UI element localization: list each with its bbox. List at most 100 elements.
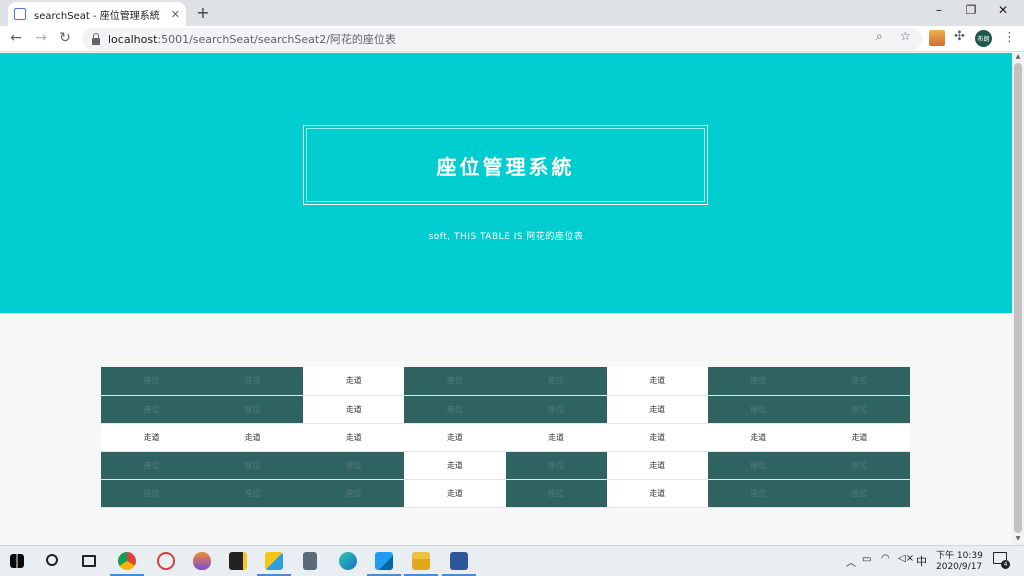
seat-cell[interactable]: 座位	[202, 367, 304, 396]
scrollbar-thumb[interactable]	[1014, 63, 1022, 533]
scroll-up-icon[interactable]: ▲	[1012, 53, 1024, 60]
doc-icon	[14, 8, 26, 20]
scroll-down-icon[interactable]: ▼	[1012, 535, 1024, 542]
calculator-icon[interactable]	[303, 552, 317, 570]
seat-row: 座位 座位 走道 座位 座位 走道 座位 座位	[101, 395, 910, 424]
hero-banner: 座位管理系統 soft, THIS TABLE IS 阿花的座位表	[0, 53, 1012, 313]
battery-icon[interactable]: ▭	[862, 554, 871, 565]
chrome-icon[interactable]	[118, 552, 136, 570]
seat-row: 座位 座位 走道 座位 座位 走道 座位 座位	[101, 367, 910, 396]
seat-row: 座位 座位 座位 走道 座位 走道 座位 座位	[101, 479, 910, 508]
aisle-cell: 走道	[404, 479, 506, 508]
back-icon[interactable]: ←	[8, 30, 24, 46]
clock-date[interactable]: 2020/9/17	[936, 562, 982, 572]
address-bar[interactable]: localhost:5001/searchSeat/searchSeat2/阿花…	[82, 28, 922, 50]
aisle-cell: 走道	[606, 423, 708, 452]
page-subtitle: soft, THIS TABLE IS 阿花的座位表	[428, 232, 584, 242]
zoom-icon[interactable]: ⌕	[876, 29, 883, 44]
word-icon[interactable]	[450, 552, 468, 570]
aisle-cell: 走道	[303, 423, 405, 452]
seat-cell[interactable]: 座位	[202, 395, 304, 424]
clock-time[interactable]: 下午 10:39	[936, 548, 983, 561]
reload-icon[interactable]: ↻	[57, 30, 73, 46]
hero-title-box: 座位管理系統	[303, 125, 708, 205]
tab-title: searchSeat - 座位管理系統	[34, 10, 160, 22]
url-host: localhost	[108, 32, 158, 46]
aisle-cell: 走道	[303, 395, 405, 424]
seat-row: 走道 走道 走道 走道 走道 走道 走道 走道	[101, 423, 910, 452]
aisle-cell: 走道	[101, 423, 203, 452]
sticky-notes-icon[interactable]	[229, 552, 247, 570]
seat-cell[interactable]: 座位	[707, 479, 809, 508]
seat-cell[interactable]: 座位	[101, 367, 203, 396]
browser-tab[interactable]: searchSeat - 座位管理系統 ✕	[8, 2, 186, 26]
notification-count: 4	[1001, 560, 1010, 569]
forward-icon[interactable]: →	[33, 30, 49, 46]
seat-cell[interactable]: 座位	[505, 479, 607, 508]
seat-cell[interactable]: 座位	[808, 479, 910, 508]
avatar[interactable]: 布朗	[975, 30, 992, 47]
seat-cell[interactable]: 座位	[202, 479, 304, 508]
aisle-cell: 走道	[404, 423, 506, 452]
vscode-icon[interactable]	[375, 552, 393, 570]
puzzle-icon[interactable]: ✣	[954, 29, 965, 44]
aisle-cell: 走道	[404, 451, 506, 480]
extension-icon[interactable]	[929, 30, 945, 46]
paint-tool-icon[interactable]	[265, 552, 283, 570]
seat-cell[interactable]: 座位	[505, 395, 607, 424]
aisle-cell: 走道	[707, 423, 809, 452]
bookmark-star-icon[interactable]: ☆	[900, 29, 911, 43]
url-path: :5001/searchSeat/searchSeat2/阿花的座位表	[157, 33, 396, 46]
more-menu-icon[interactable]: ⋮	[1003, 30, 1016, 45]
seat-cell[interactable]: 座位	[101, 395, 203, 424]
aisle-cell: 走道	[606, 479, 708, 508]
aisle-cell: 走道	[202, 423, 304, 452]
seat-cell[interactable]: 座位	[707, 395, 809, 424]
browser-tab-strip: searchSeat - 座位管理系統 ✕ + – ❐ ✕	[0, 0, 1024, 26]
seat-cell[interactable]: 座位	[101, 479, 203, 508]
taskbar: ︿ ▭ ◠ ◁× 中 下午 10:39 2020/9/17 4	[0, 545, 1024, 576]
windows-start-icon[interactable]	[10, 554, 24, 568]
browser-toolbar: ← → ↻ localhost:5001/searchSeat/searchSe…	[0, 26, 1024, 52]
close-window-icon[interactable]: ✕	[988, 3, 1018, 17]
minimize-icon[interactable]: –	[924, 3, 954, 17]
wifi-icon[interactable]: ◠	[881, 553, 890, 564]
seat-cell[interactable]: 座位	[808, 451, 910, 480]
seat-cell[interactable]: 座位	[303, 479, 405, 508]
seat-cell[interactable]: 座位	[404, 395, 506, 424]
firefox-icon[interactable]	[193, 552, 211, 570]
seat-table: 座位 座位 走道 座位 座位 走道 座位 座位 座位 座位 走道 座位 座位 走道 座位 座位 走道 走道 走道 走道…	[101, 367, 910, 508]
seat-cell[interactable]: 座位	[707, 451, 809, 480]
page-title: 座位管理系統	[436, 154, 575, 179]
close-tab-icon[interactable]: ✕	[171, 8, 180, 21]
aisle-cell: 走道	[606, 395, 708, 424]
task-view-icon[interactable]	[82, 555, 96, 567]
aisle-cell: 走道	[606, 451, 708, 480]
seat-cell[interactable]: 座位	[303, 451, 405, 480]
lock-icon[interactable]	[92, 32, 100, 45]
edge-icon[interactable]	[339, 552, 357, 570]
aisle-cell: 走道	[303, 367, 405, 396]
seat-cell[interactable]: 座位	[101, 451, 203, 480]
seat-row: 座位 座位 座位 走道 座位 走道 座位 座位	[101, 451, 910, 480]
seat-cell[interactable]: 座位	[505, 451, 607, 480]
page-viewport: 座位管理系統 soft, THIS TABLE IS 阿花的座位表 座位 座位 走道…	[0, 53, 1012, 545]
seat-cell[interactable]: 座位	[707, 367, 809, 396]
ime-indicator[interactable]: 中	[916, 553, 927, 569]
seat-cell[interactable]: 座位	[202, 451, 304, 480]
page-scrollbar[interactable]: ▲ ▼	[1012, 53, 1024, 545]
seat-cell[interactable]: 座位	[808, 367, 910, 396]
restore-icon[interactable]: ❐	[956, 3, 986, 17]
seat-cell[interactable]: 座位	[808, 395, 910, 424]
tray-chevron-icon[interactable]: ︿	[846, 554, 856, 569]
volume-icon[interactable]: ◁×	[898, 553, 914, 564]
snip-tool-icon[interactable]	[157, 552, 175, 570]
file-explorer-icon[interactable]	[412, 552, 430, 570]
aisle-cell: 走道	[505, 423, 607, 452]
new-tab-icon[interactable]: +	[196, 3, 210, 22]
seat-cell[interactable]: 座位	[505, 367, 607, 396]
aisle-cell: 走道	[808, 423, 910, 452]
search-icon[interactable]	[46, 554, 58, 566]
seat-cell[interactable]: 座位	[404, 367, 506, 396]
aisle-cell: 走道	[606, 367, 708, 396]
